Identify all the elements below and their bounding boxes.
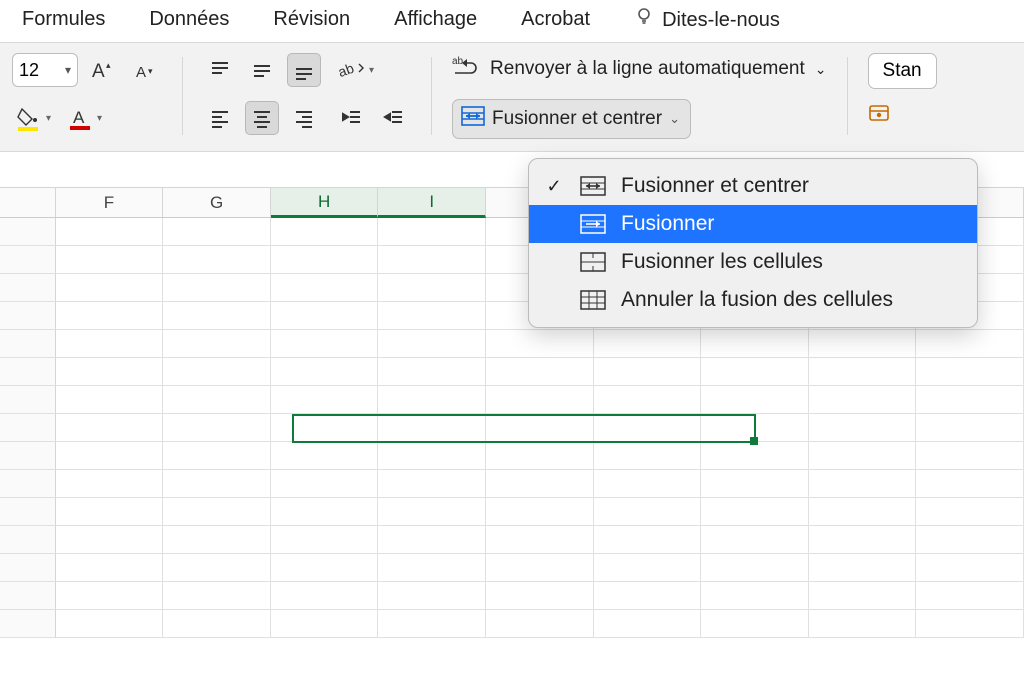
menu-item-merge-across[interactable]: Fusionner [529,205,977,243]
menu-item-merge-center[interactable]: ✓ Fusionner et centrer [529,167,977,205]
separator [182,57,183,135]
menu-bar: Formules Données Révision Affichage Acro… [0,0,1024,42]
chevron-down-icon: ⌄ [669,111,680,127]
ribbon: ▾ A▴ A▾ ▾ A ▾ [0,42,1024,152]
chevron-down-icon: ⌄ [815,61,827,78]
wrap-merge-group: ab Renvoyer à la ligne automatiquement ⌄… [452,53,826,139]
merge-across-icon [579,214,607,234]
menu-data[interactable]: Données [149,8,229,31]
orientation-button[interactable]: ab ▾ [335,53,378,87]
svg-text:A: A [136,64,146,81]
number-format-combo[interactable]: Stan [868,53,937,89]
decrease-font-button[interactable]: A▾ [128,53,162,87]
font-size-combo[interactable]: ▾ [12,53,78,87]
menu-view[interactable]: Affichage [394,8,477,31]
menu-item-label: Fusionner [621,212,714,236]
wrap-text-label: Renvoyer à la ligne automatiquement [490,58,805,80]
separator [431,57,432,135]
chevron-down-icon: ▾ [97,113,102,124]
select-all-box[interactable] [0,188,56,217]
align-left-button[interactable] [203,101,237,135]
menu-item-unmerge[interactable]: Annuler la fusion des cellules [529,281,977,319]
chevron-down-icon: ▾ [46,113,51,124]
align-right-button[interactable] [287,101,321,135]
menu-item-label: Fusionner les cellules [621,250,823,274]
column-header[interactable]: F [56,188,164,217]
svg-text:▴: ▴ [106,60,111,70]
font-size-input[interactable] [13,56,59,85]
column-header[interactable]: G [163,188,271,217]
check-icon: ✓ [543,176,565,197]
merge-cells-icon [579,252,607,272]
svg-text:A: A [73,108,85,127]
number-format-group: Stan [868,53,937,125]
fill-color-button[interactable]: ▾ [12,101,55,135]
align-center-button[interactable] [245,101,279,135]
svg-text:ab: ab [452,56,464,67]
font-color-button[interactable]: A ▾ [63,101,106,135]
svg-text:ab: ab [339,60,356,80]
menu-review[interactable]: Révision [273,8,350,31]
orientation-indent-group: ab ▾ [335,53,411,135]
chevron-down-icon[interactable]: ▾ [59,63,77,77]
alignment-group [203,53,321,135]
merge-center-label: Fusionner et centrer [492,108,662,130]
menu-tellme-label: Dites-le-nous [662,9,780,31]
increase-indent-button[interactable] [377,101,411,135]
unmerge-icon [579,290,607,310]
align-top-button[interactable] [203,53,237,87]
align-bottom-button[interactable] [287,53,321,87]
merge-center-icon [579,176,607,196]
wrap-text-icon: ab [452,53,480,85]
align-middle-button[interactable] [245,53,279,87]
decrease-indent-button[interactable] [335,101,369,135]
merge-center-button[interactable]: Fusionner et centrer ⌄ [452,99,691,139]
accounting-format-button[interactable] [868,103,894,125]
menu-item-label: Fusionner et centrer [621,174,809,198]
menu-formulas[interactable]: Formules [22,8,105,31]
font-group: ▾ A▴ A▾ ▾ A ▾ [12,53,162,135]
menu-item-label: Annuler la fusion des cellules [621,288,893,312]
menu-acrobat[interactable]: Acrobat [521,8,590,31]
wrap-text-button[interactable]: ab Renvoyer à la ligne automatiquement ⌄ [452,53,826,85]
lightbulb-icon [634,6,654,32]
separator [847,57,848,135]
increase-font-button[interactable]: A▴ [86,53,120,87]
svg-text:A: A [92,61,105,82]
merge-dropdown-menu: ✓ Fusionner et centrer Fusionner Fusionn… [528,158,978,328]
svg-text:▾: ▾ [148,66,153,76]
menu-item-merge-cells[interactable]: Fusionner les cellules [529,243,977,281]
column-header[interactable]: H [271,188,379,218]
menu-tellme[interactable]: Dites-le-nous [634,6,780,32]
chevron-down-icon: ▾ [369,65,374,76]
merge-center-icon [461,106,485,132]
column-header[interactable]: I [378,188,486,218]
